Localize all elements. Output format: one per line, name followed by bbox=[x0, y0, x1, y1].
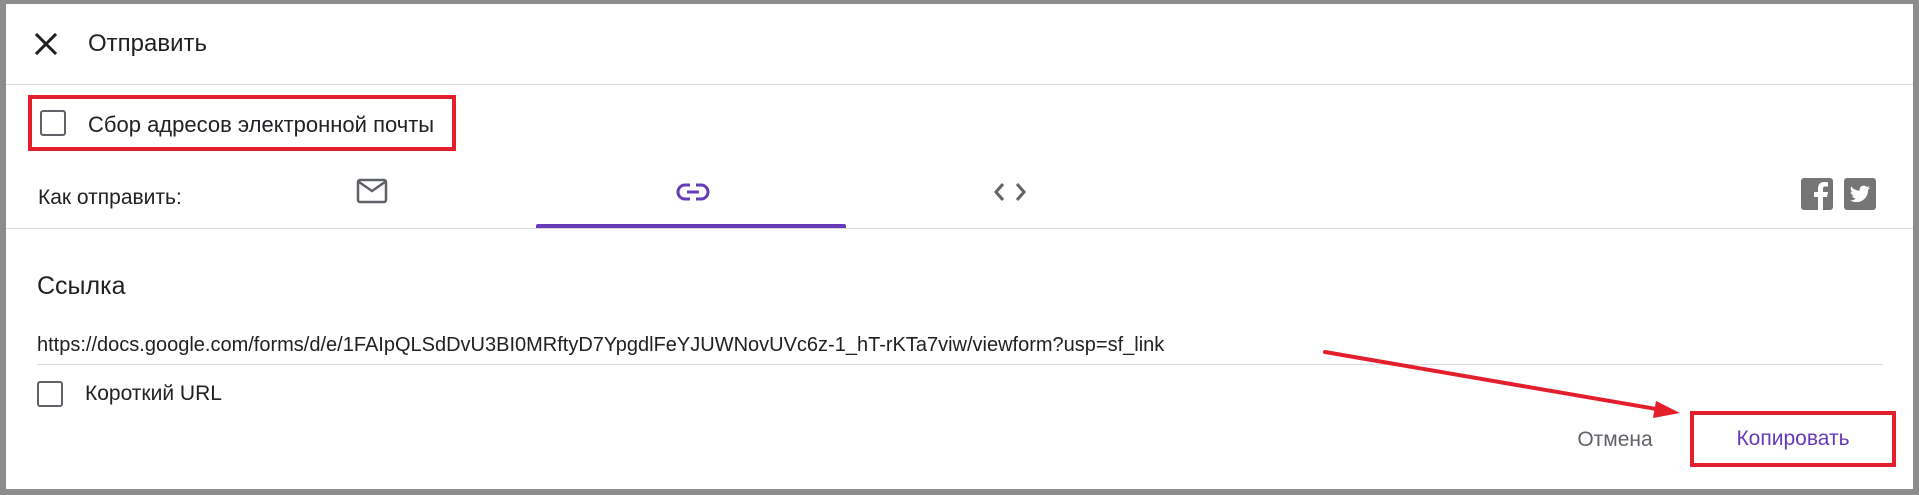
twitter-icon[interactable] bbox=[1844, 178, 1876, 210]
short-url-checkbox[interactable] bbox=[37, 381, 63, 407]
collect-emails-row[interactable]: Сбор адресов электронной почты bbox=[28, 95, 456, 151]
email-icon bbox=[356, 178, 388, 204]
cancel-button[interactable]: Отмена bbox=[1555, 420, 1675, 460]
link-section-title: Ссылка bbox=[37, 272, 126, 300]
collect-emails-label: Сбор адресов электронной почты bbox=[88, 112, 435, 137]
dialog-title: Отправить bbox=[88, 30, 208, 57]
tab-email[interactable] bbox=[356, 162, 406, 228]
short-url-row[interactable]: Короткий URL bbox=[37, 380, 337, 410]
send-method-label: Как отправить: bbox=[38, 186, 182, 209]
tab-link[interactable] bbox=[536, 162, 846, 228]
facebook-icon[interactable] bbox=[1801, 178, 1833, 210]
collect-emails-checkbox[interactable] bbox=[40, 110, 66, 136]
embed-code-icon bbox=[994, 183, 1026, 201]
link-icon bbox=[676, 183, 710, 201]
selected-tab-indicator bbox=[536, 224, 846, 228]
close-icon[interactable] bbox=[30, 28, 62, 60]
dialog-header: Отправить bbox=[6, 4, 1913, 85]
share-link-field[interactable]: https://docs.google.com/forms/d/e/1FAIpQ… bbox=[37, 330, 1883, 365]
tab-embed[interactable] bbox=[986, 162, 1036, 228]
copy-button[interactable]: Копировать bbox=[1690, 411, 1896, 467]
send-method-row: Как отправить: bbox=[6, 162, 1913, 229]
short-url-label: Короткий URL bbox=[85, 382, 222, 405]
